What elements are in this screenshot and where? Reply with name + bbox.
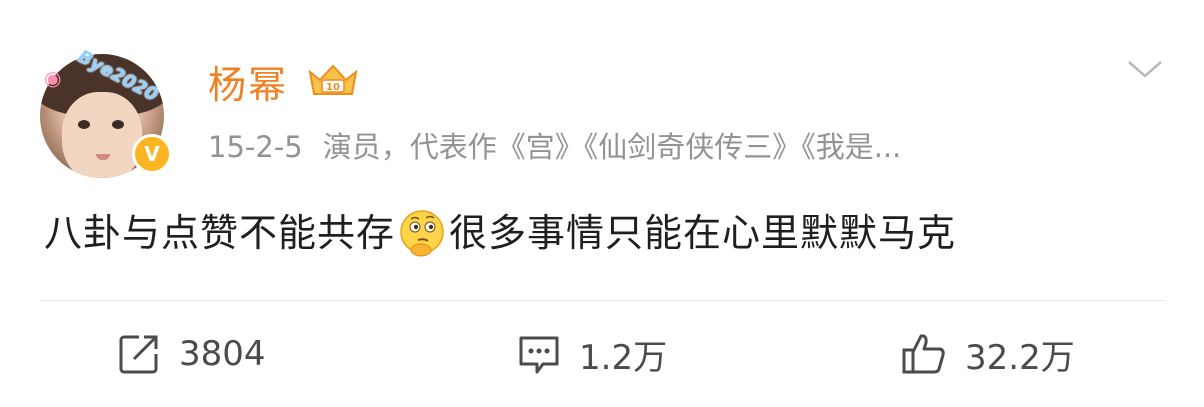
post-date[interactable]: 15-2-5	[208, 130, 303, 164]
repost-button[interactable]: 3804	[117, 332, 266, 376]
post-source: 演员，代表作《宫》《仙剑奇侠传三》《我是...	[322, 130, 902, 164]
post-text-part-2: 很多事情只能在心里默默马克	[449, 211, 957, 255]
divider	[40, 300, 1164, 301]
crown-icon[interactable]: 10	[306, 62, 360, 98]
post-body: 八卦与点赞不能共存 很多事情只能在心里默默马克	[44, 202, 956, 258]
username[interactable]: 杨幂	[208, 54, 288, 109]
like-count: 32.2万	[965, 337, 1075, 378]
verified-badge: V	[132, 134, 172, 174]
repost-count: 3804	[179, 334, 266, 374]
post-text-part-1: 八卦与点赞不能共存	[44, 211, 396, 255]
repost-icon	[119, 335, 158, 374]
thinking-emoji-icon	[400, 210, 444, 257]
comment-count: 1.2万	[579, 337, 668, 378]
comment-button[interactable]: 1.2万	[517, 332, 668, 378]
thumbs-up-icon	[902, 334, 945, 374]
comment-icon	[519, 336, 559, 374]
chevron-down-icon[interactable]	[1126, 58, 1164, 80]
post-meta: 15-2-5 演员，代表作《宫》《仙剑奇侠传三》《我是...	[208, 124, 901, 166]
avatar[interactable]: ◉ Bye2020 V	[40, 42, 172, 178]
like-button[interactable]: 32.2万	[901, 332, 1075, 378]
camera-icon: ◉	[44, 66, 62, 90]
svg-text:10: 10	[326, 82, 340, 93]
